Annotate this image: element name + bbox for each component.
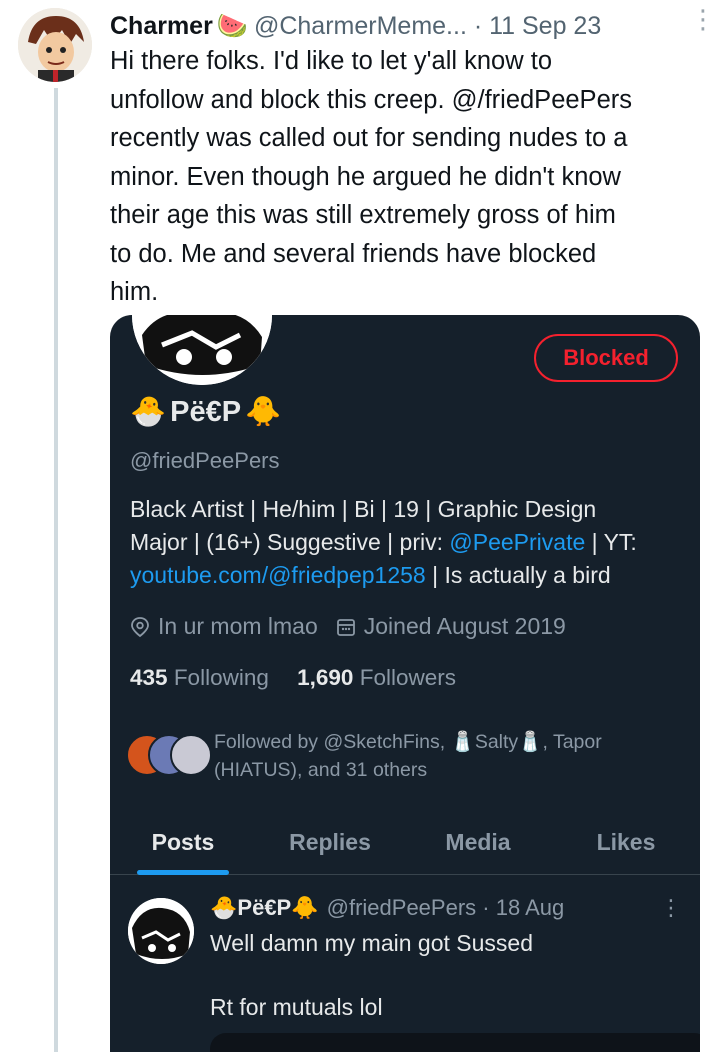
active-tab-indicator [137,870,229,875]
tweet-text-line: recently was called out for sending nude… [110,124,628,152]
tweet-header: Charmer 🍉 @CharmerMeme... · 11 Sep 23 [110,8,700,44]
post-author-handle[interactable]: @friedPeePers [327,895,477,921]
post-avatar-image [128,898,194,964]
blocked-button[interactable]: Blocked [534,334,678,382]
following-count: 435 [130,665,168,690]
post-author-avatar[interactable] [128,898,194,964]
joined-date: Joined August 2019 [363,613,566,639]
author-name[interactable]: Charmer [110,12,213,41]
tweet-text: Hi there folks. I'd like to let y'all kn… [110,42,710,312]
author-handle[interactable]: @CharmerMeme... [254,12,467,41]
profile-avatar-image [132,315,272,385]
avatar-image [18,8,92,82]
tweet-text-line: minor. Even though he argued he didn't k… [110,162,621,191]
watermelon-emoji: 🍉 [216,11,248,40]
bio-line: Major | (16+) Suggestive | priv: @PeePri… [130,526,685,559]
location-pin-icon [131,616,149,637]
tab-media[interactable]: Media [404,810,552,874]
separator-dot: · [466,11,490,40]
hatching-chick-emoji: 🐣 [130,396,167,428]
tweet-text-line: him. [110,278,159,306]
tweet-text-line: their age this was still extremely gross… [110,201,616,229]
profile-tabs: Posts Replies Media Likes [110,810,700,875]
post-header: 🐣 Pë€P 🐥 @friedPeePers · 18 Aug [210,895,564,921]
follow-counts: 435 Following 1,690 Followers [130,665,456,691]
thread-line [54,88,58,1052]
bio-line: Black Artist | He/him | Bi | 19 | Graphi… [130,496,597,522]
hatching-chick-emoji: 🐣 [210,895,238,920]
tab-posts[interactable]: Posts [110,810,256,874]
followed-by[interactable]: Followed by @SketchFins, 🧂Salty🧂, Tapor … [124,728,684,784]
separator-dot: · [476,895,496,920]
profile-display-name: 🐣 Pë€P 🐥 [130,395,281,429]
author-avatar[interactable] [18,8,92,82]
post-more-icon[interactable]: ⋮ [660,895,682,921]
tweet-text-line: unfollow and block this creep. @/friedPe… [110,85,632,114]
follower-avatars [124,728,212,778]
profile-meta: In ur mom lmao Joined August 2019 [130,613,566,640]
followed-by-line: (HIATUS), and 31 others [214,759,428,781]
tweet-date[interactable]: 11 Sep 23 [489,12,601,41]
tweet-text-line: Hi there folks. I'd like to let y'all kn… [110,47,553,75]
bio-mention-link[interactable]: @PeePrivate [449,529,585,555]
post-text: Well damn my main got Sussed Rt for mutu… [210,927,680,1023]
followed-by-text: Followed by @SketchFins, 🧂Salty🧂, Tapor … [214,728,602,784]
profile-bio: Black Artist | He/him | Bi | 19 | Graphi… [130,493,685,592]
more-options-icon[interactable]: ⋮ [690,4,716,35]
followers-link[interactable]: 1,690 Followers [297,665,456,690]
post-author-name[interactable]: Pë€P [237,895,291,921]
profile-avatar [132,315,272,385]
post-date[interactable]: 18 Aug [496,895,565,921]
tab-replies[interactable]: Replies [256,810,404,874]
display-name-text: Pë€P [170,395,242,428]
tab-likes[interactable]: Likes [552,810,700,874]
post-text-line: Well damn my main got Sussed [210,930,533,956]
follower-avatar [170,734,212,776]
tweet-text-line: to do. Me and several friends have block… [110,239,597,268]
bio-text: Major | (16+) Suggestive | priv: [130,529,450,555]
youtube-link[interactable]: youtube.com/@friedpep1258 [130,562,426,588]
baby-chick-emoji: 🐥 [291,895,319,920]
post-text-line: Rt for mutuals lol [210,994,383,1020]
bio-text: | Is actually a bird [425,562,611,588]
followed-by-line: Followed by @SketchFins, 🧂Salty🧂, Tapor [214,731,602,753]
baby-chick-emoji: 🐥 [245,396,282,428]
post-media[interactable] [210,1033,700,1052]
following-link[interactable]: 435 Following [130,665,269,690]
location-text: In ur mom lmao [158,613,318,639]
profile-screenshot-card: Blocked 🐣 Pë€P 🐥 @friedPeePers Black Art… [110,315,700,1052]
following-label: Following [173,665,269,690]
bio-text: | YT: [585,529,637,555]
followers-count: 1,690 [297,665,354,690]
followers-label: Followers [359,665,456,690]
calendar-icon [336,618,355,636]
profile-handle: @friedPeePers [130,448,280,473]
bio-line: youtube.com/@friedpep1258 | Is actually … [130,559,685,592]
